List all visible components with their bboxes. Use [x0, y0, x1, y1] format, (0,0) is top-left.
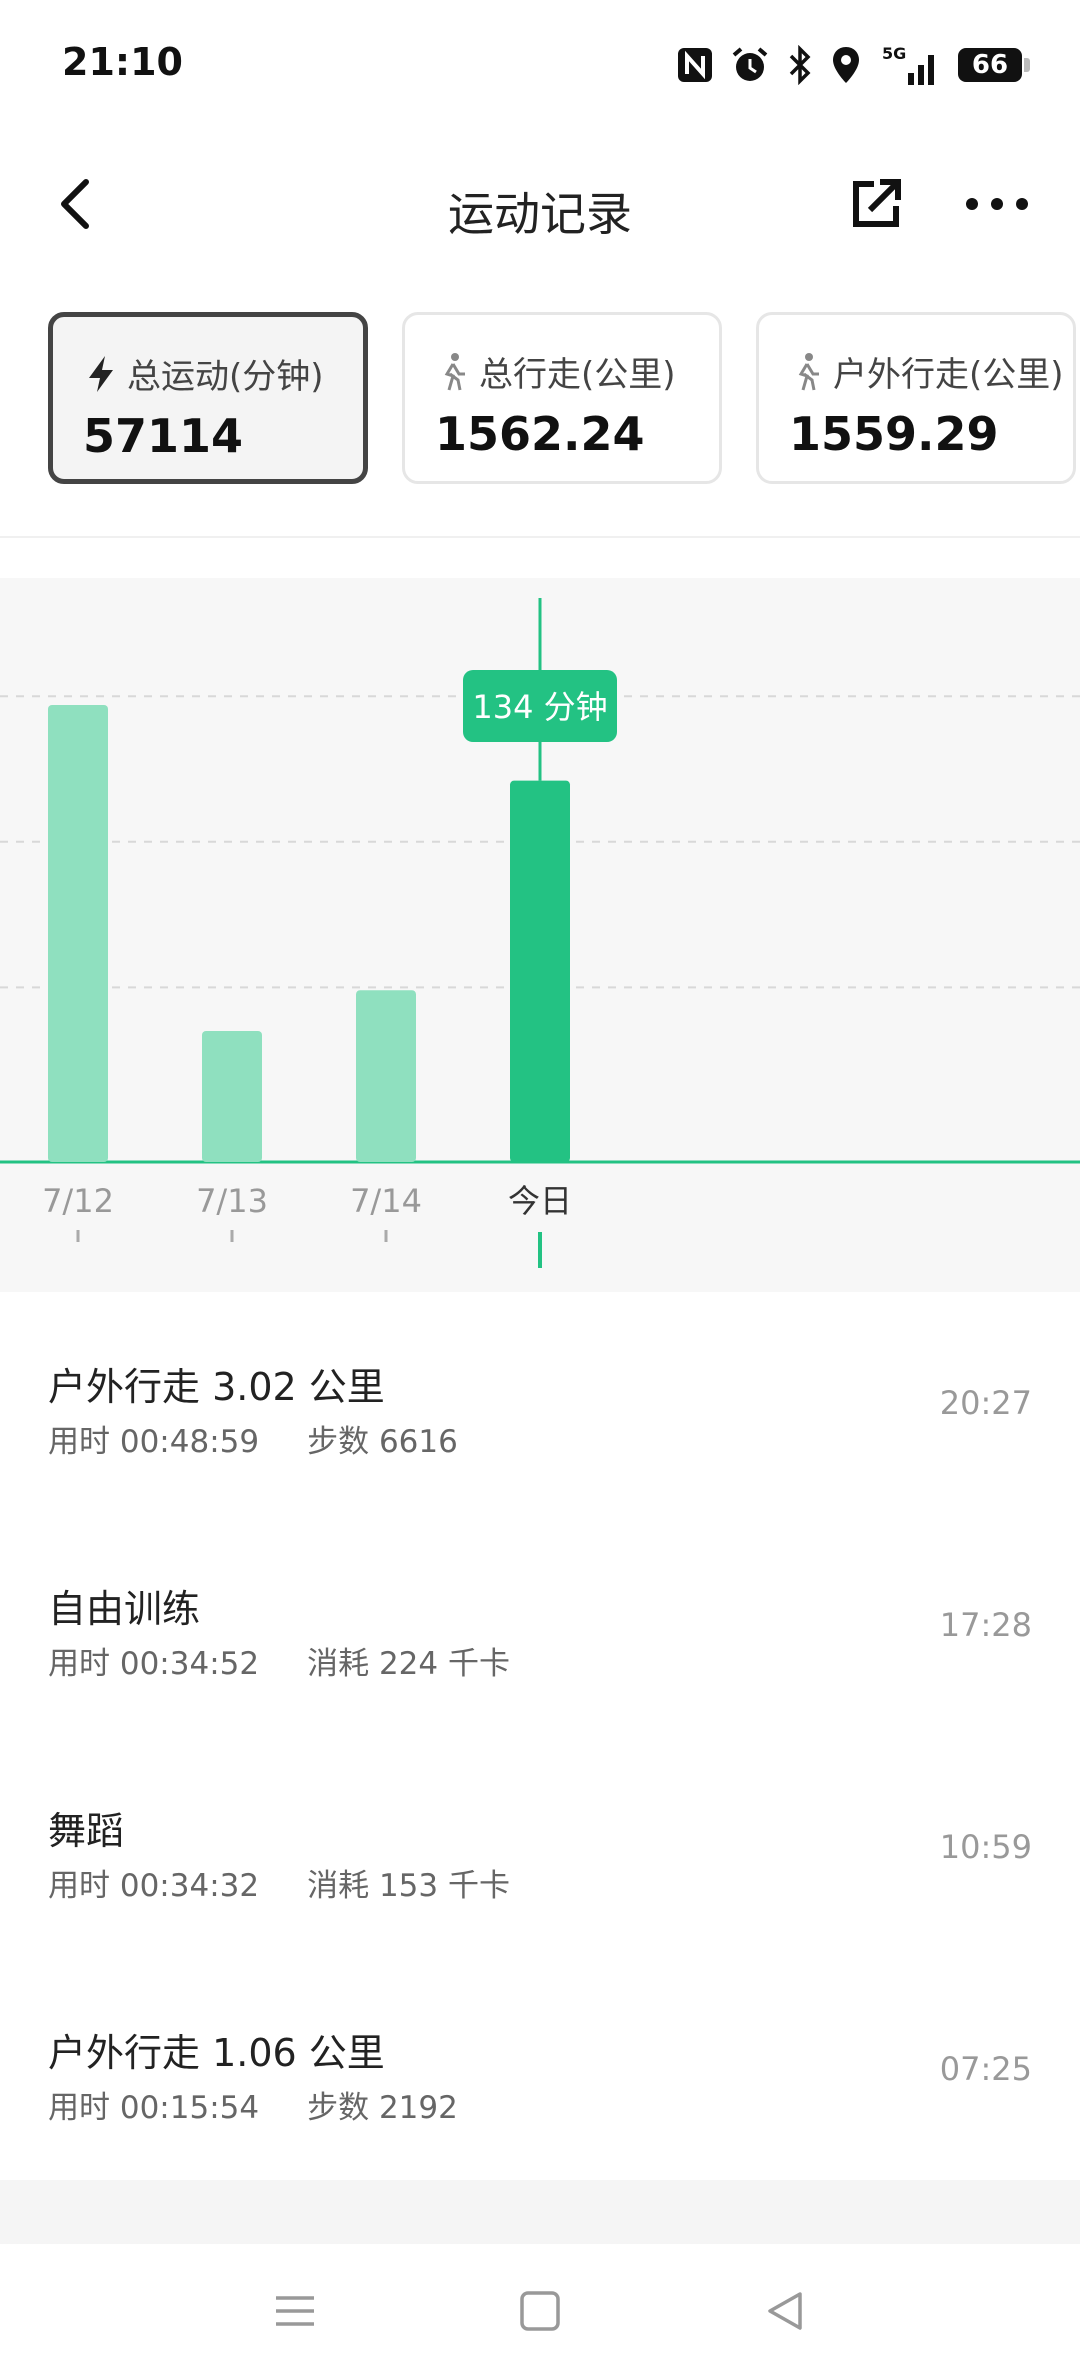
chart-bar[interactable]	[510, 780, 570, 1162]
chart-svg: 134 分钟 7/12 7/13 7/14 今日	[0, 598, 1080, 1268]
list-item[interactable]: 自由训练 用时 00:34:52 消耗 224 千卡 17:28	[0, 1514, 1080, 1736]
record-duration: 用时 00:34:32	[48, 1868, 260, 1904]
tab-label: 户外行走(公里)	[833, 355, 1064, 395]
divider	[0, 536, 1080, 538]
signal-5g-icon: 5G	[882, 44, 934, 85]
location-icon	[833, 47, 859, 83]
chart-tooltip-text: 134 分钟	[472, 688, 607, 726]
chart-x-label: 今日	[508, 1182, 572, 1220]
record-time: 10:59	[939, 1828, 1032, 1866]
app-bar: 运动记录	[0, 140, 1080, 270]
chart-bar[interactable]	[202, 1031, 262, 1162]
record-title: 舞蹈	[48, 1809, 125, 1853]
home-icon[interactable]	[515, 2286, 565, 2336]
status-time: 21:10	[62, 40, 183, 84]
record-title: 户外行走 1.06 公里	[48, 2031, 385, 2075]
chart-x-label: 7/14	[350, 1182, 422, 1220]
record-time: 20:27	[939, 1384, 1032, 1422]
system-nav-bar	[0, 2244, 1080, 2376]
more-icon[interactable]	[962, 174, 1032, 234]
exercise-chart[interactable]: 134 分钟 7/12 7/13 7/14 今日	[0, 578, 1080, 1292]
chart-bar[interactable]	[48, 704, 108, 1162]
tab-total-walk[interactable]: 总行走(公里) 1562.24	[402, 312, 722, 484]
chart-x-label: 7/12	[42, 1182, 114, 1220]
tab-label: 总运动(分钟)	[127, 357, 324, 397]
tab-outdoor-walk[interactable]: 户外行走(公里) 1559.29	[756, 312, 1076, 484]
svg-text:5G: 5G	[882, 44, 906, 63]
chart-bar[interactable]	[356, 990, 416, 1162]
back-triangle-icon[interactable]	[760, 2286, 810, 2336]
page-title: 运动记录	[448, 187, 632, 241]
bluetooth-icon	[789, 45, 811, 85]
record-metric: 步数 2192	[307, 2090, 458, 2126]
share-icon[interactable]	[846, 174, 906, 234]
record-time: 17:28	[939, 1606, 1032, 1644]
status-bar: 21:10 5G 66	[0, 0, 1080, 130]
tab-label: 总行走(公里)	[479, 355, 676, 395]
lightning-icon	[89, 355, 113, 392]
chart-x-label: 7/13	[196, 1182, 268, 1220]
list-item[interactable]: 舞蹈 用时 00:34:32 消耗 153 千卡 10:59	[0, 1736, 1080, 1958]
list-item[interactable]: 户外行走 3.02 公里 用时 00:48:59 步数 6616 20:27	[0, 1292, 1080, 1514]
list-item[interactable]: 户外行走 1.06 公里 用时 00:15:54 步数 2192 07:25	[0, 1958, 1080, 2180]
record-duration: 用时 00:34:52	[48, 1646, 260, 1682]
record-duration: 用时 00:15:54	[48, 2090, 260, 2126]
summary-tabs: 总运动(分钟) 57114 总行走(公里) 1562.24 户外行走(公里) 1…	[48, 312, 1080, 490]
record-metric: 步数 6616	[307, 1424, 458, 1460]
list-footer	[0, 2180, 1080, 2244]
alarm-icon	[732, 47, 768, 81]
record-metric: 消耗 153 千卡	[307, 1868, 510, 1904]
walk-icon	[798, 352, 819, 390]
tab-value: 1562.24	[435, 407, 645, 461]
record-title: 户外行走 3.02 公里	[48, 1365, 385, 1409]
record-time: 07:25	[939, 2050, 1032, 2088]
record-duration: 用时 00:48:59	[48, 1424, 260, 1460]
status-icons: 5G 66	[676, 40, 1030, 90]
tab-value: 57114	[83, 409, 244, 463]
tab-total-exercise[interactable]: 总运动(分钟) 57114	[48, 312, 368, 484]
battery-icon: 66	[958, 48, 1030, 82]
walk-icon	[444, 352, 465, 390]
nfc-icon	[678, 48, 712, 82]
record-metric: 消耗 224 千卡	[307, 1646, 510, 1682]
record-title: 自由训练	[48, 1587, 201, 1631]
menu-icon[interactable]	[270, 2286, 320, 2336]
tab-value: 1559.29	[789, 407, 999, 461]
records-list: 户外行走 3.02 公里 用时 00:48:59 步数 6616 20:27 自由…	[0, 1292, 1080, 2180]
